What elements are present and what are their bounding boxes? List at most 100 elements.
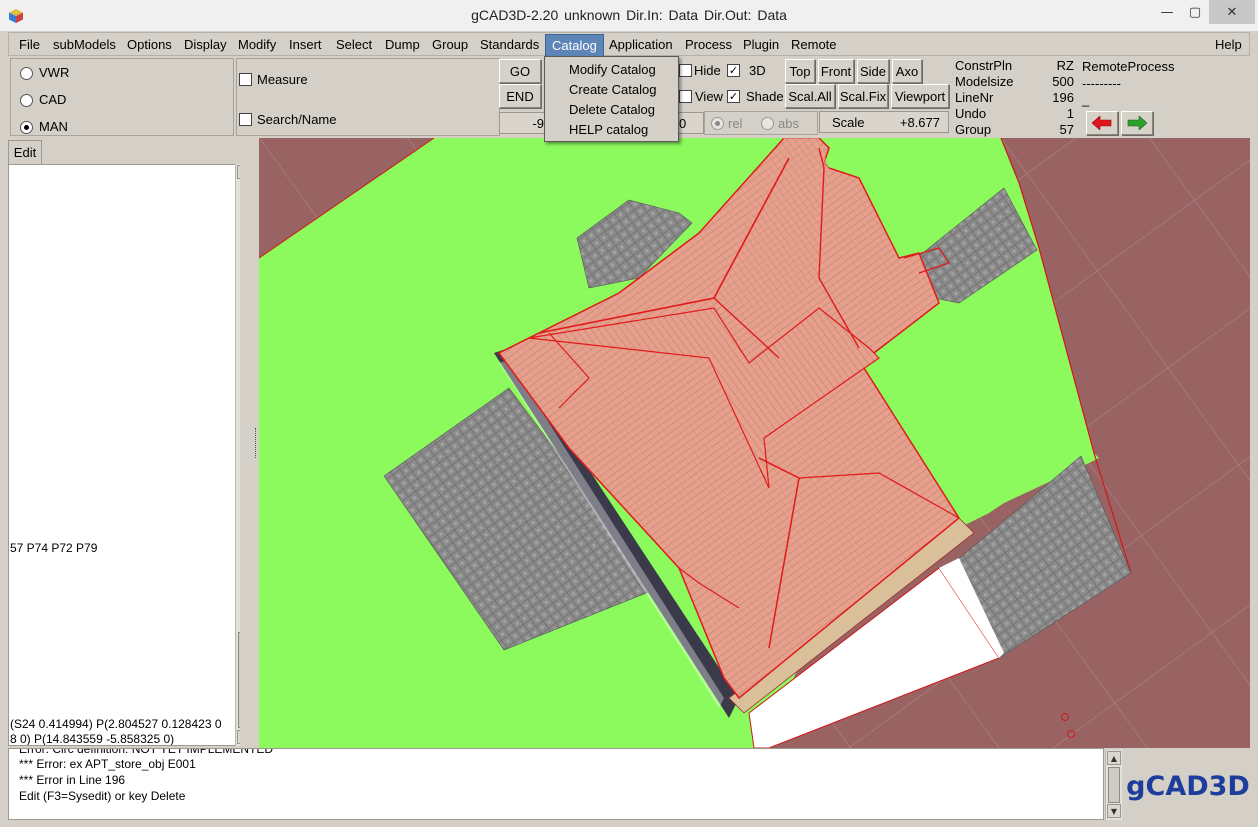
msg-scroll-up-icon[interactable]: ▲: [1107, 751, 1121, 765]
status-value-undo: 1: [1066, 106, 1074, 121]
remote-process-title: RemoteProcess: [1082, 59, 1175, 74]
mode-vwr-radio[interactable]: [20, 67, 33, 80]
menu-modify-catalog[interactable]: Modify Catalog: [569, 62, 656, 77]
menu-help[interactable]: Help: [1215, 37, 1242, 52]
message-line-3: *** Error in Line 196: [19, 773, 126, 787]
scale-value: +8.677: [899, 114, 940, 130]
menu-process[interactable]: Process: [685, 37, 732, 52]
menu-display[interactable]: Display: [184, 37, 227, 52]
search-checkbox[interactable]: [239, 113, 252, 126]
back-arrow-icon: [1092, 116, 1112, 130]
title-bar: gCAD3D-2.20 unknown Dir.In: Data Dir.Out…: [0, 0, 1258, 32]
status-label-undo: Undo: [955, 106, 987, 121]
menu-modify[interactable]: Modify: [238, 37, 276, 52]
abs-radio[interactable]: [761, 117, 774, 130]
maximize-button[interactable]: ▢: [1180, 0, 1210, 24]
menu-bar: File subModels Options Display Modify In…: [8, 32, 1250, 57]
window-title: gCAD3D-2.20 unknown Dir.In: Data Dir.Out…: [471, 7, 787, 23]
abs-label: abs: [778, 116, 799, 131]
menu-insert[interactable]: Insert: [289, 37, 322, 52]
rel-radio[interactable]: [711, 117, 724, 130]
forward-arrow-icon: [1127, 116, 1147, 130]
scale-field[interactable]: Scale +8.677: [819, 111, 949, 133]
status-label-linenr: LineNr: [955, 90, 994, 105]
menu-dump[interactable]: Dump: [385, 37, 420, 52]
mode-cad-label: CAD: [39, 92, 67, 107]
go-button[interactable]: GO: [499, 59, 541, 83]
editor-line-bottom1: (S24 0.414994) P(2.804527 0.128423 0: [10, 717, 222, 731]
shade-checkbox[interactable]: ✓: [727, 90, 740, 103]
search-label: Search/Name: [257, 112, 337, 127]
menu-application[interactable]: Application: [609, 37, 673, 52]
viewport-button[interactable]: Viewport: [891, 84, 949, 108]
status-value-group: 57: [1059, 122, 1074, 137]
value-field-right[interactable]: 0: [676, 112, 704, 134]
status-label-constrpln: ConstrPln: [955, 58, 1013, 73]
hide-label: Hide: [694, 63, 721, 78]
menu-select[interactable]: Select: [336, 37, 372, 52]
scale-all-button[interactable]: Scal.All: [785, 84, 835, 108]
view-label: View: [695, 89, 723, 104]
remote-process-separator: ---------: [1082, 76, 1121, 91]
value-field-left[interactable]: -9: [499, 112, 549, 134]
status-value-modelsize: 500: [1052, 74, 1074, 89]
view-checkbox[interactable]: [679, 90, 692, 103]
shade-label: Shade: [746, 89, 784, 104]
menu-catalog[interactable]: Catalog: [545, 34, 604, 57]
mode-man-radio[interactable]: [20, 121, 33, 134]
msg-scroll-down-icon[interactable]: ▼: [1107, 804, 1121, 818]
status-value-linenr: 196: [1052, 90, 1074, 105]
front-view-button[interactable]: Front: [818, 59, 854, 83]
mode-man-label: MAN: [39, 119, 68, 134]
back-arrow-button[interactable]: [1086, 111, 1118, 135]
hide-checkbox[interactable]: [679, 64, 692, 77]
forward-arrow-button[interactable]: [1121, 111, 1153, 135]
msg-scroll-thumb[interactable]: [1108, 767, 1120, 803]
menu-create-catalog[interactable]: Create Catalog: [569, 82, 656, 97]
mode-vwr-label: VWR: [39, 65, 70, 80]
editor-line-bottom2: 8 0) P(14.843559 -5.858325 0): [10, 732, 175, 746]
minimize-button[interactable]: —: [1152, 0, 1182, 24]
menu-remote[interactable]: Remote: [791, 37, 837, 52]
menu-help-catalog[interactable]: HELP catalog: [569, 122, 648, 137]
menu-group[interactable]: Group: [432, 37, 468, 52]
menu-delete-catalog[interactable]: Delete Catalog: [569, 102, 655, 117]
measure-label: Measure: [257, 72, 308, 87]
mode-cad-radio[interactable]: [20, 94, 33, 107]
end-button[interactable]: END: [499, 84, 541, 108]
cad-viewport[interactable]: [259, 138, 1250, 748]
status-label-group: Group: [955, 122, 992, 137]
rel-label: rel: [728, 116, 743, 131]
scale-fix-button[interactable]: Scal.Fix: [838, 84, 888, 108]
menu-file[interactable]: File: [19, 37, 40, 52]
message-scrollbar[interactable]: ▲ ▼: [1105, 750, 1122, 820]
logo-text: gCAD3D: [1126, 770, 1250, 802]
side-view-button[interactable]: Side: [857, 59, 889, 83]
axo-view-button[interactable]: Axo: [892, 59, 922, 83]
status-label-modelsize: Modelsize: [955, 74, 1014, 89]
editor-panel[interactable]: 57 P74 P72 P79 (S24 0.414994) P(2.804527…: [8, 164, 236, 746]
menu-plugin[interactable]: Plugin: [743, 37, 779, 52]
gcad3d-logo: gCAD3D: [1126, 752, 1250, 820]
panel-splitter[interactable]: [240, 138, 259, 748]
catalog-dropdown: Modify Catalog Create Catalog Delete Cat…: [544, 56, 679, 142]
top-view-button[interactable]: Top: [785, 59, 815, 83]
coord-mode-panel: rel abs: [704, 111, 818, 135]
message-line-2: *** Error: ex APT_store_obj E001: [19, 757, 196, 771]
tab-edit[interactable]: Edit: [8, 140, 42, 164]
menu-standards[interactable]: Standards: [480, 37, 539, 52]
3d-checkbox[interactable]: ✓: [727, 64, 740, 77]
message-line-1: Error: Circ definition: NOT YET IMPLEMEN…: [19, 748, 274, 756]
remote-process-cursor: _: [1082, 92, 1090, 107]
measure-checkbox[interactable]: [239, 73, 252, 86]
tools-panel: Measure Search/Name: [236, 58, 500, 136]
message-line-4: Edit (F3=Sysedit) or key Delete: [19, 789, 186, 803]
menu-options[interactable]: Options: [127, 37, 172, 52]
message-panel: Error: Circ definition: NOT YET IMPLEMEN…: [8, 748, 1104, 820]
3d-label: 3D: [749, 63, 766, 78]
mode-panel: VWR CAD MAN: [10, 58, 234, 136]
model-render: [259, 138, 1250, 748]
editor-line-mid: 57 P74 P72 P79: [10, 541, 98, 555]
menu-submodels[interactable]: subModels: [53, 37, 116, 52]
close-button[interactable]: ✕: [1209, 0, 1255, 24]
